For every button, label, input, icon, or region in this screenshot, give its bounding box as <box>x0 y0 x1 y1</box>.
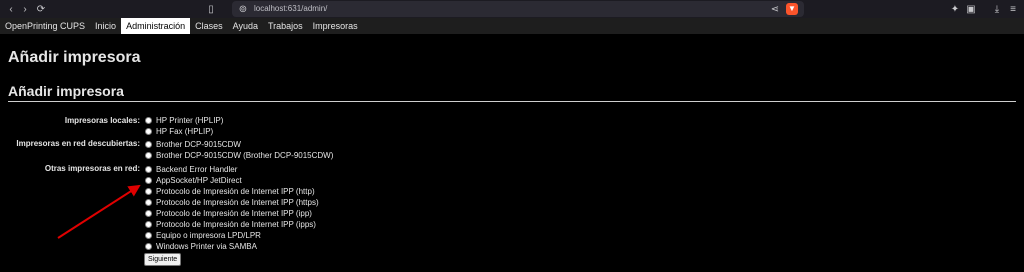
annotation-arrow <box>57 184 141 239</box>
